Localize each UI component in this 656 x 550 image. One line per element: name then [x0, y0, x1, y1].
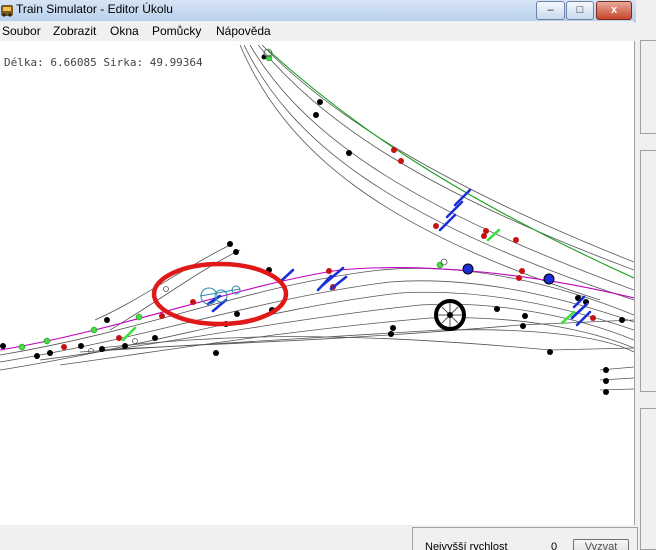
menu-okna[interactable]: Okna: [110, 24, 139, 38]
maximize-button[interactable]: □: [566, 1, 594, 20]
speed-limit-box: Nejvyšší rychlost 0 Vyzvat: [412, 527, 638, 550]
wheel-waypoint-icon[interactable]: [434, 299, 466, 331]
green-switches[interactable]: [121, 228, 576, 342]
right-dock-panel: [636, 0, 656, 550]
coordinate-readout: Délka: 6.66085 Sirka: 49.99364: [4, 56, 203, 69]
minimize-button[interactable]: –: [536, 1, 565, 20]
window-title-bar[interactable]: Train Simulator - Editor Úkolu – □ x: [0, 0, 656, 22]
close-button[interactable]: x: [596, 1, 632, 20]
menu-soubor[interactable]: Soubor: [2, 24, 41, 38]
track-map-canvas[interactable]: Délka: 6.66085 Sirka: 49.99364: [0, 41, 635, 525]
close-icon: x: [610, 4, 618, 16]
minimize-icon: –: [547, 4, 554, 16]
upper-track-bundle: [239, 44, 634, 301]
track-layout[interactable]: [0, 41, 634, 525]
right-panel-section-bottom: [640, 408, 656, 550]
right-panel-section-middle: [640, 150, 656, 392]
menu-bar: Soubor Zobrazit Okna Pomůcky Nápověda: [0, 21, 634, 41]
menu-pomucky[interactable]: Pomůcky: [152, 24, 201, 38]
menu-zobrazit[interactable]: Zobrazit: [53, 24, 96, 38]
right-panel-section-top: [640, 40, 656, 134]
menu-napoveda[interactable]: Nápověda: [216, 24, 271, 38]
red-markers[interactable]: [61, 147, 596, 350]
bottom-panel: Nejvyšší rychlost 0 Vyzvat: [0, 525, 638, 550]
lower-track-bundle: [0, 244, 634, 391]
train-simulator-app-icon: [1, 5, 13, 17]
maximize-icon: □: [576, 4, 584, 16]
vyzvat-button[interactable]: Vyzvat: [573, 539, 629, 550]
upper-main-line[interactable]: [267, 49, 634, 279]
window-title: Train Simulator - Editor Úkolu: [16, 2, 173, 16]
